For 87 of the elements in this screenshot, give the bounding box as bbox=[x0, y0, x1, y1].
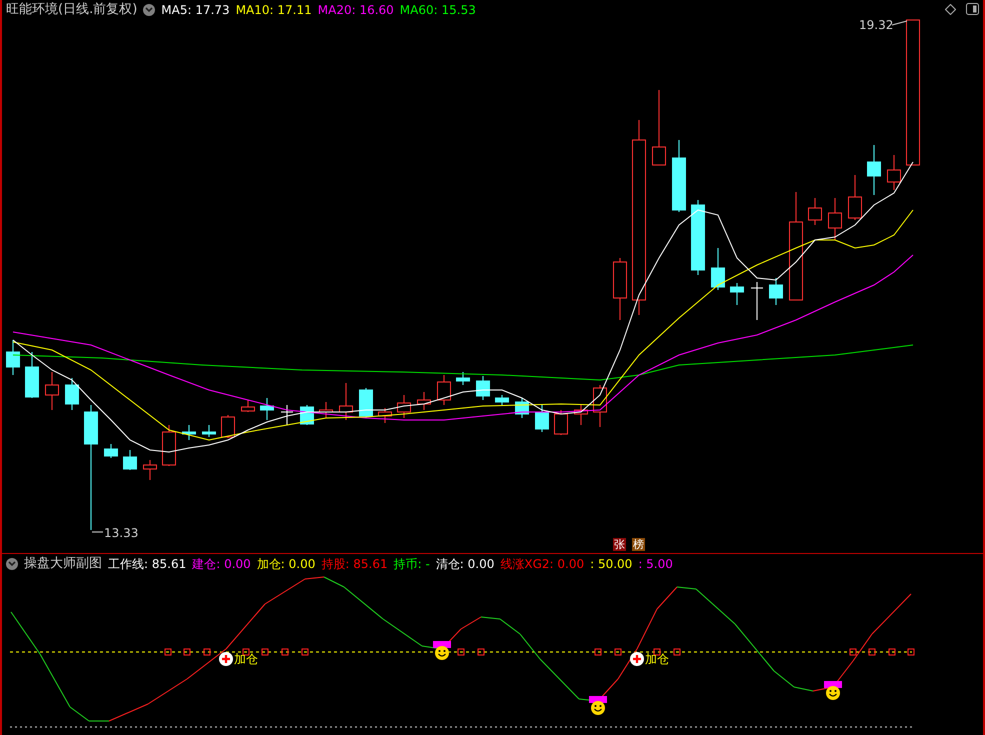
candlestick bbox=[495, 394, 509, 406]
indicator-value: 加仓: 0.00 bbox=[256, 558, 316, 570]
candlestick bbox=[593, 384, 607, 428]
candlestick bbox=[104, 444, 118, 458]
indicator-value: : 50.00 bbox=[590, 558, 632, 570]
signal-square bbox=[908, 648, 914, 656]
candlestick bbox=[143, 460, 157, 480]
indicator-value: MA10: 17.11 bbox=[236, 4, 312, 16]
candlestick bbox=[574, 404, 588, 426]
candlestick bbox=[397, 394, 411, 418]
signal-label: 加仓 bbox=[234, 653, 258, 665]
candlestick bbox=[202, 424, 216, 438]
candlestick bbox=[535, 404, 549, 432]
candlestick bbox=[456, 372, 470, 386]
indicator-value: : 5.00 bbox=[638, 558, 673, 570]
signal-square bbox=[614, 648, 622, 656]
dropdown-icon[interactable] bbox=[143, 4, 156, 16]
indicator-value: MA60: 15.53 bbox=[400, 4, 476, 16]
candlestick bbox=[711, 248, 725, 290]
candlestick bbox=[123, 450, 137, 470]
dropdown-icon[interactable] bbox=[6, 558, 18, 570]
candlestick bbox=[162, 424, 176, 466]
signal-square bbox=[302, 648, 308, 656]
signal-square bbox=[888, 648, 896, 656]
candlestick bbox=[417, 392, 431, 410]
candlestick bbox=[828, 198, 842, 240]
signal-square bbox=[458, 648, 464, 656]
chart-title: 旺能环境(日线.前复权) bbox=[6, 3, 138, 16]
candlestick bbox=[808, 198, 822, 226]
candlestick bbox=[6, 340, 20, 376]
indicator-value: 工作线: 85.61 bbox=[108, 558, 186, 570]
plus-icon bbox=[630, 652, 644, 666]
indicator-value: 持币: - bbox=[394, 558, 430, 570]
candlestick bbox=[554, 410, 568, 436]
work-line-segment bbox=[10, 612, 40, 654]
candlestick bbox=[613, 258, 627, 320]
candlestick bbox=[182, 424, 196, 440]
candlestick bbox=[848, 174, 862, 220]
candlestick bbox=[260, 398, 274, 420]
indicator-value: MA5: 17.73 bbox=[161, 4, 230, 16]
smiley-marker bbox=[589, 696, 607, 715]
candlestick bbox=[437, 374, 451, 406]
signal-square bbox=[850, 648, 856, 656]
candlestick bbox=[280, 404, 294, 426]
event-badge[interactable]: 张 bbox=[613, 538, 626, 551]
indicator-value: 清仓: 0.00 bbox=[436, 558, 494, 570]
indicator-value: 持股: 85.61 bbox=[321, 558, 388, 570]
candlestick bbox=[769, 278, 783, 306]
low-price-label: 13.33 bbox=[104, 527, 138, 539]
candlestick bbox=[476, 376, 490, 400]
candlestick bbox=[730, 282, 744, 306]
work-line-segment bbox=[618, 648, 638, 680]
signal-square bbox=[204, 648, 210, 656]
candlestick bbox=[887, 154, 901, 190]
signal-square bbox=[282, 648, 288, 656]
candlestick bbox=[45, 372, 59, 410]
signal-label: 加仓 bbox=[645, 653, 669, 665]
high-price-label: 19.32 bbox=[859, 19, 894, 31]
signal-square bbox=[868, 648, 876, 656]
candlestick bbox=[319, 402, 333, 418]
candlestick bbox=[25, 352, 39, 398]
smiley-marker bbox=[824, 681, 842, 700]
candlestick bbox=[241, 400, 255, 412]
indicator-value: 线涨XG2: 0.00 bbox=[500, 558, 584, 570]
plus-icon bbox=[219, 652, 233, 666]
smiley-marker bbox=[433, 641, 451, 660]
signal-square bbox=[674, 648, 680, 656]
candlestick bbox=[750, 282, 764, 320]
indicator-value: 建仓: 0.00 bbox=[192, 558, 251, 570]
diamond-icon[interactable] bbox=[945, 4, 956, 14]
event-badge[interactable]: 榜 bbox=[632, 538, 645, 551]
candlestick bbox=[867, 144, 881, 196]
candlestick bbox=[339, 382, 353, 420]
signal-square bbox=[478, 648, 484, 656]
candlestick bbox=[359, 388, 373, 418]
panel-toggle-icon[interactable] bbox=[966, 3, 979, 15]
indicator-value: MA20: 16.60 bbox=[318, 4, 394, 16]
candlestick bbox=[65, 378, 79, 410]
indicator-title: 操盘大师副图 bbox=[24, 557, 102, 570]
signal-square bbox=[164, 648, 172, 656]
signal-square bbox=[594, 648, 602, 656]
candlestick bbox=[221, 414, 235, 438]
signal-square bbox=[184, 648, 190, 656]
signal-square bbox=[262, 648, 268, 656]
leader-line bbox=[892, 20, 908, 26]
candlestick bbox=[515, 398, 529, 418]
candlestick bbox=[378, 408, 392, 424]
